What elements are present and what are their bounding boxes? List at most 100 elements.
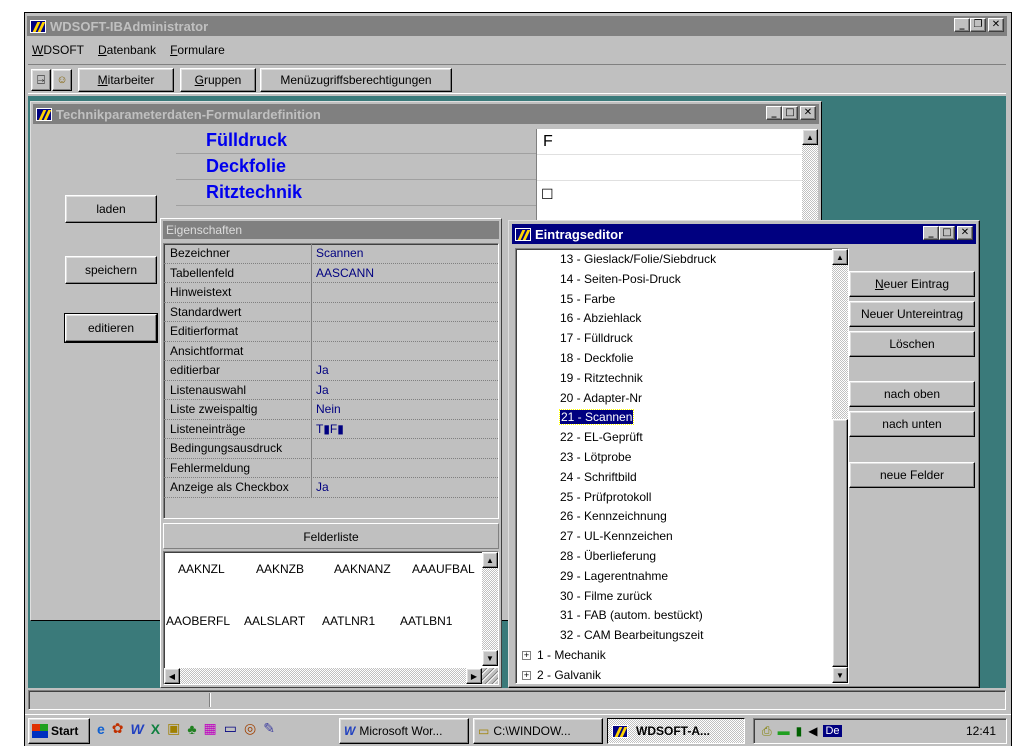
restore-icon[interactable]: ❐ bbox=[970, 18, 986, 32]
tray-app-icon[interactable]: ▬ bbox=[778, 724, 790, 738]
tech-value-fuelldruck[interactable]: F bbox=[537, 129, 802, 155]
property-row[interactable]: Standardwert bbox=[164, 302, 498, 322]
word-icon[interactable]: W bbox=[131, 721, 144, 737]
field-item[interactable]: AATLBN1 bbox=[400, 614, 478, 628]
task-explorer[interactable]: ▭ C:\WINDOW... bbox=[473, 718, 603, 744]
property-value[interactable]: Nein bbox=[312, 400, 498, 419]
property-value[interactable]: T▮F▮ bbox=[312, 420, 498, 439]
scroll-up-icon[interactable]: ▲ bbox=[802, 129, 818, 145]
entry-tree[interactable]: 13 - Gieslack/Folie/Siebdruck 14 - Seiten… bbox=[515, 248, 849, 684]
property-value[interactable] bbox=[312, 459, 498, 478]
field-item[interactable]: AALSLART bbox=[244, 614, 322, 628]
tree-root-item[interactable]: +1 - Mechanik bbox=[516, 646, 828, 666]
scroll-up-icon[interactable]: ▲ bbox=[482, 552, 498, 568]
field-item[interactable]: AATLNR1 bbox=[322, 614, 400, 628]
network-icon[interactable]: ♣ bbox=[187, 721, 196, 737]
felderliste[interactable]: AAKNZL AAKNZB AAKNANZ AAAUFBAL AAOBERFL AALS… bbox=[163, 551, 499, 685]
tech-row[interactable]: Fülldruck bbox=[176, 128, 536, 154]
tree-item[interactable]: 15 - Farbe bbox=[516, 290, 828, 310]
speichern-button[interactable]: speichern bbox=[65, 256, 157, 284]
property-value[interactable]: Scannen bbox=[312, 244, 498, 263]
property-row[interactable]: Bezeichner Scannen bbox=[164, 244, 498, 264]
minimize-icon[interactable]: _ bbox=[766, 106, 782, 120]
tech-scrollbar[interactable]: ▲ bbox=[802, 129, 818, 221]
felderliste-vscroll[interactable]: ▲ ▼ bbox=[482, 552, 498, 666]
desktop-icon[interactable]: ▭ bbox=[224, 720, 237, 737]
speaker-icon[interactable]: ◀ bbox=[808, 724, 817, 738]
tree-item[interactable]: 26 - Kennzeichnung bbox=[516, 507, 828, 527]
property-row[interactable]: Fehlermeldung bbox=[164, 458, 498, 478]
tree-item[interactable]: 32 - CAM Bearbeitungszeit bbox=[516, 626, 828, 646]
field-item[interactable]: AAAUFBAL bbox=[412, 562, 490, 576]
property-row[interactable]: Listenauswahl Ja bbox=[164, 380, 498, 400]
property-value[interactable] bbox=[312, 283, 498, 302]
property-row[interactable]: editierbar Ja bbox=[164, 361, 498, 381]
excel-icon[interactable]: X bbox=[151, 721, 160, 737]
property-row[interactable]: Editierformat bbox=[164, 322, 498, 342]
tree-item[interactable]: 21 - Scannen bbox=[516, 408, 828, 428]
scroll-right-icon[interactable]: ▶ bbox=[466, 668, 482, 684]
menu-wdsoft[interactable]: WDSOFT bbox=[32, 43, 84, 57]
edit-icon[interactable]: ✎ bbox=[263, 720, 275, 737]
tree-item[interactable]: 28 - Überlieferung bbox=[516, 547, 828, 567]
tree-scrollbar[interactable]: ▲ ▼ bbox=[832, 249, 848, 683]
tree-item[interactable]: 17 - Fülldruck bbox=[516, 329, 828, 349]
resize-grip-icon[interactable] bbox=[482, 668, 498, 684]
tech-row[interactable]: Deckfolie bbox=[176, 154, 536, 180]
tree-item[interactable]: 22 - EL-Geprüft bbox=[516, 428, 828, 448]
loeschen-button[interactable]: Löschen bbox=[849, 331, 975, 357]
nach-oben-button[interactable]: nach oben bbox=[849, 381, 975, 407]
tree-item[interactable]: 31 - FAB (autom. bestückt) bbox=[516, 606, 828, 626]
office-icon[interactable]: ✿ bbox=[112, 720, 124, 737]
tree-item[interactable]: 20 - Adapter-Nr bbox=[516, 389, 828, 409]
start-button[interactable]: Start bbox=[28, 718, 90, 744]
close-icon[interactable]: ✕ bbox=[800, 106, 816, 120]
editieren-button[interactable]: editieren bbox=[64, 313, 158, 343]
tree-item[interactable]: 29 - Lagerentnahme bbox=[516, 567, 828, 587]
property-value[interactable] bbox=[312, 342, 498, 361]
maximize-icon[interactable]: □ bbox=[782, 106, 798, 120]
scroll-down-icon[interactable]: ▼ bbox=[832, 667, 848, 683]
property-row[interactable]: Hinweistext bbox=[164, 283, 498, 303]
expand-plus-icon[interactable]: + bbox=[522, 671, 531, 681]
folder-icon[interactable]: ▣ bbox=[167, 720, 180, 737]
users-icon-button[interactable]: ☺ bbox=[52, 69, 72, 91]
language-indicator[interactable]: De bbox=[823, 725, 842, 737]
field-item[interactable]: AAKNZB bbox=[256, 562, 334, 576]
scroll-left-icon[interactable]: ◀ bbox=[164, 668, 180, 684]
property-value[interactable]: Ja bbox=[312, 361, 498, 380]
property-row[interactable]: Ansichtformat bbox=[164, 341, 498, 361]
property-value[interactable] bbox=[312, 439, 498, 458]
minimize-icon[interactable]: _ bbox=[923, 226, 939, 240]
property-row[interactable]: Bedingungsausdruck bbox=[164, 439, 498, 459]
menu-formulare[interactable]: Formulare bbox=[170, 43, 225, 57]
field-item[interactable]: AAKNANZ bbox=[334, 562, 412, 576]
maximize-icon[interactable]: □ bbox=[939, 226, 955, 240]
neuer-untereintrag-button[interactable]: Neuer Untereintrag bbox=[849, 301, 975, 327]
tree-item[interactable]: 27 - UL-Kennzeichen bbox=[516, 527, 828, 547]
field-item[interactable]: AAOBERFL bbox=[166, 614, 244, 628]
task-wdsoft[interactable]: WDSOFT-A... bbox=[607, 718, 745, 744]
close-icon[interactable]: ✕ bbox=[988, 18, 1004, 32]
property-value[interactable] bbox=[312, 303, 498, 322]
tree-item[interactable]: 18 - Deckfolie bbox=[516, 349, 828, 369]
tree-item[interactable]: 16 - Abziehlack bbox=[516, 309, 828, 329]
minimize-icon[interactable]: _ bbox=[954, 18, 970, 32]
menuezugriff-button[interactable]: Menüzugriffsberechtigungen bbox=[260, 68, 452, 92]
task-word[interactable]: W Microsoft Wor... bbox=[339, 718, 469, 744]
expand-plus-icon[interactable]: + bbox=[522, 651, 531, 661]
tree-item[interactable]: 30 - Filme zurück bbox=[516, 587, 828, 607]
felderliste-hscroll[interactable]: ◀ ▶ bbox=[164, 668, 482, 684]
menu-datenbank[interactable]: Datenbank bbox=[98, 43, 156, 57]
scroll-up-icon[interactable]: ▲ bbox=[832, 249, 848, 265]
browser-icon[interactable]: ◎ bbox=[244, 720, 256, 737]
exit-icon-button[interactable]: ⍈ bbox=[31, 69, 51, 91]
close-icon[interactable]: ✕ bbox=[957, 226, 973, 240]
property-value[interactable]: Ja bbox=[312, 381, 498, 400]
neuer-eintrag-button[interactable]: Neuer Eintrag bbox=[849, 271, 975, 297]
tree-item[interactable]: 19 - Ritztechnik bbox=[516, 369, 828, 389]
monitor-icon[interactable]: ▮ bbox=[796, 724, 803, 738]
tech-value-deckfolie[interactable] bbox=[537, 155, 802, 181]
tree-root-item[interactable]: +2 - Galvanik bbox=[516, 666, 828, 683]
property-row[interactable]: Anzeige als Checkbox Ja bbox=[164, 478, 498, 498]
